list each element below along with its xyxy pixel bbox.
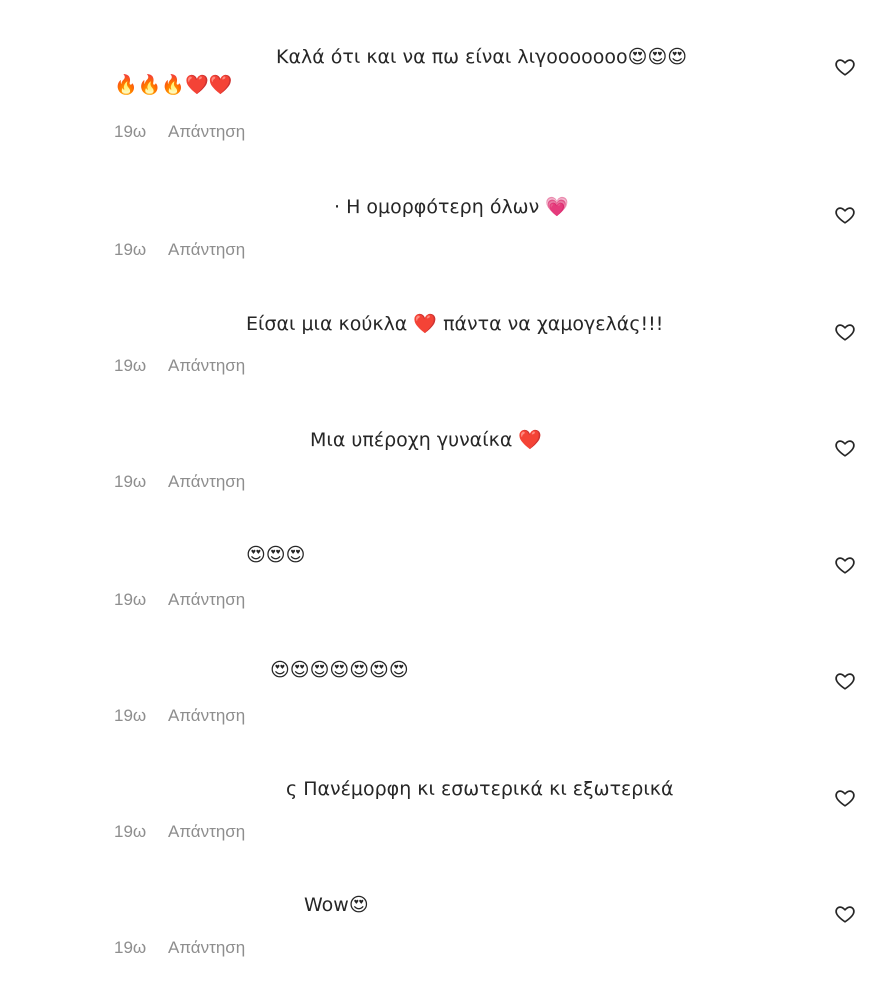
reply-button[interactable]: Απάντηση [168,356,245,375]
comment-text-line2: 🔥🔥🔥❤️❤️ [114,74,233,96]
comment-text: Είσαι μια κούκλα ❤️ πάντα να χαμογελάς!!… [246,313,664,335]
comment-meta: 19ω Απάντηση [114,590,245,610]
comment-timestamp: 19ω [114,240,147,259]
comment-meta: 19ω Απάντηση [114,822,245,842]
reply-button[interactable]: Απάντηση [168,822,245,841]
comment-timestamp: 19ω [114,706,147,725]
comment-timestamp: 19ω [114,822,147,841]
comment-timestamp: 19ω [114,122,147,141]
comment-text: · Η ομορφότερη όλων 💗 [334,196,569,218]
reply-button[interactable]: Απάντηση [168,240,245,259]
reply-button[interactable]: Απάντηση [168,472,245,491]
comment-timestamp: 19ω [114,472,147,491]
comment-text: 😍😍😍😍😍😍😍 [270,659,409,681]
comment-meta: 19ω Απάντηση [114,472,245,492]
comment-item: Μια υπέροχη γυναίκα ❤️ 19ω Απάντηση [0,427,880,537]
comment-timestamp: 19ω [114,356,147,375]
comment-item: Wow😍 19ω Απάντηση [0,892,880,1002]
comment-text: Μια υπέροχη γυναίκα ❤️ [310,429,543,451]
like-heart-icon[interactable] [834,56,856,78]
comment-item: ς Πανέμορφη κι εσωτερικά κι εξωτερικά 19… [0,776,880,886]
comment-item: · Η ομορφότερη όλων 💗 19ω Απάντηση [0,194,880,304]
comment-text: Καλά ότι και να πω είναι λιγοοοοοοο😍😍😍 [276,46,688,68]
comment-item: 😍😍😍 19ω Απάντηση [0,542,880,652]
reply-button[interactable]: Απάντηση [168,938,245,957]
comment-item: 😍😍😍😍😍😍😍 19ω Απάντηση [0,657,880,767]
comment-timestamp: 19ω [114,938,147,957]
like-heart-icon[interactable] [834,670,856,692]
comment-item: Καλά ότι και να πω είναι λιγοοοοοοο😍😍😍 🔥… [0,44,880,154]
comment-text: ς Πανέμορφη κι εσωτερικά κι εξωτερικά [286,778,674,800]
comment-timestamp: 19ω [114,590,147,609]
reply-button[interactable]: Απάντηση [168,122,245,141]
comment-meta: 19ω Απάντηση [114,122,245,142]
like-heart-icon[interactable] [834,903,856,925]
reply-button[interactable]: Απάντηση [168,706,245,725]
comment-text: 😍😍😍 [246,544,306,566]
comment-text: Wow😍 [304,894,369,916]
comment-item: Είσαι μια κούκλα ❤️ πάντα να χαμογελάς!!… [0,311,880,421]
reply-button[interactable]: Απάντηση [168,590,245,609]
comment-meta: 19ω Απάντηση [114,240,245,260]
comment-meta: 19ω Απάντηση [114,938,245,958]
like-heart-icon[interactable] [834,204,856,226]
like-heart-icon[interactable] [834,321,856,343]
like-heart-icon[interactable] [834,437,856,459]
comment-meta: 19ω Απάντηση [114,706,245,726]
like-heart-icon[interactable] [834,554,856,576]
comment-meta: 19ω Απάντηση [114,356,245,376]
like-heart-icon[interactable] [834,787,856,809]
